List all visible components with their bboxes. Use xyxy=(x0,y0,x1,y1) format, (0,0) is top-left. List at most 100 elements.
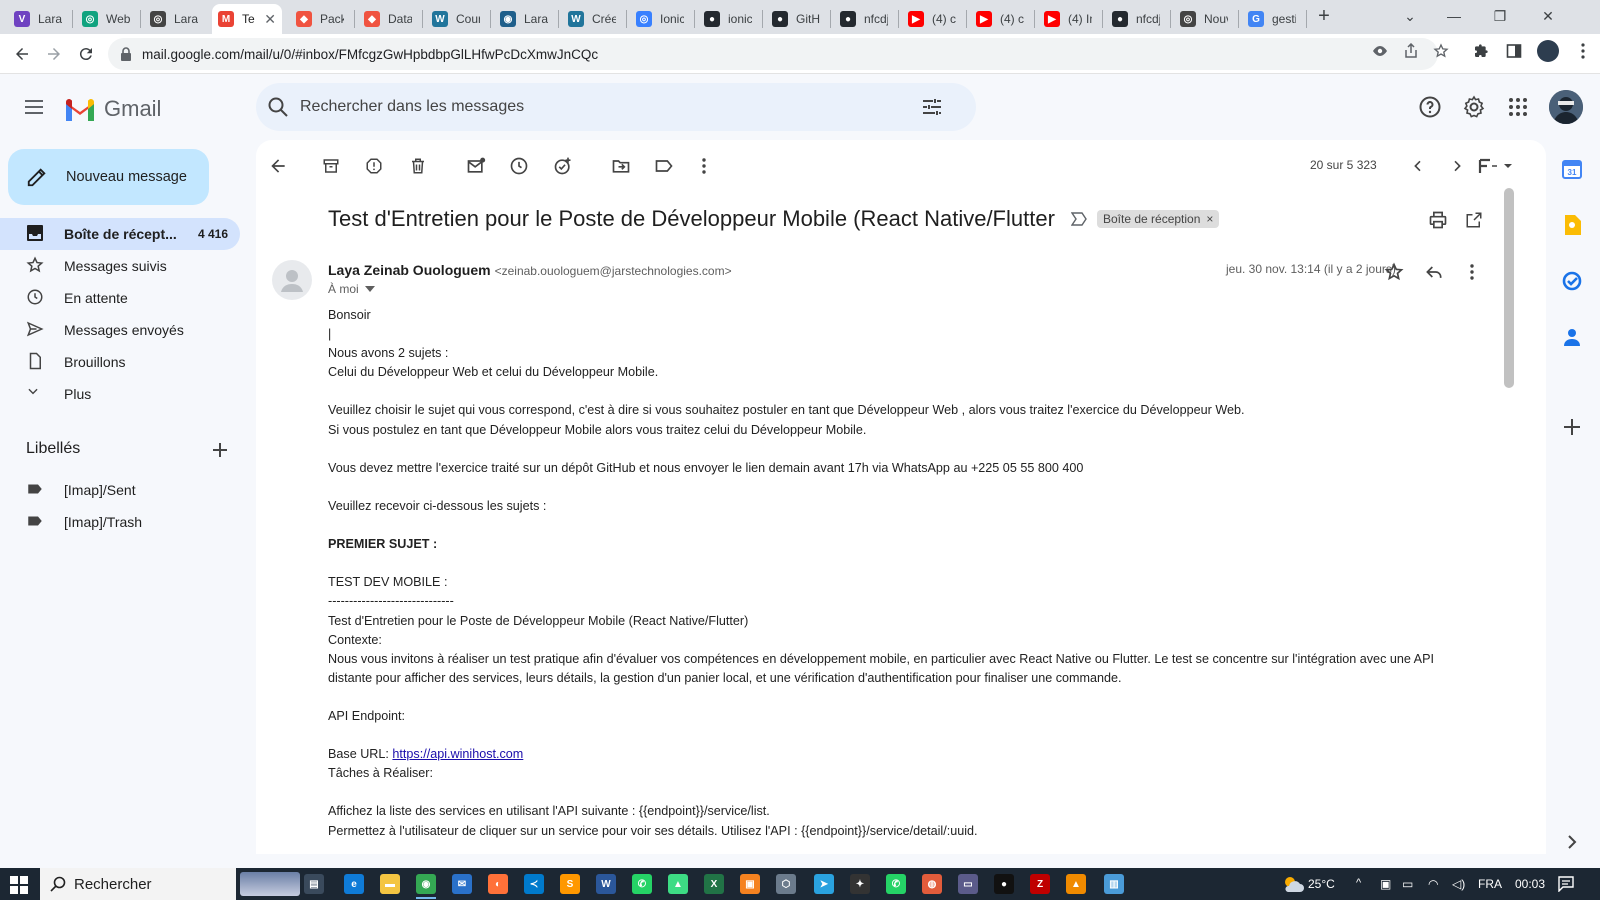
notifications-icon[interactable] xyxy=(1558,876,1574,892)
edge-icon[interactable]: e xyxy=(344,874,364,894)
reply-icon[interactable] xyxy=(1422,260,1446,284)
apps-grid-icon[interactable] xyxy=(1506,95,1530,119)
vlc-icon[interactable]: ▲ xyxy=(1066,874,1086,894)
nav-item[interactable]: Boîte de récept... 4 416 xyxy=(0,218,240,250)
recipients-dropdown[interactable]: À moi xyxy=(328,282,375,296)
search-bar[interactable] xyxy=(256,83,976,131)
word-icon[interactable]: W xyxy=(596,874,616,894)
app2-icon[interactable]: ◍ xyxy=(922,874,942,894)
sender-name[interactable]: Laya Zeinab Ouologuem <zeinab.ouologuem@j… xyxy=(328,262,732,278)
remove-label-icon[interactable]: × xyxy=(1206,212,1213,226)
windows-start-icon[interactable] xyxy=(10,876,28,894)
contacts-icon[interactable] xyxy=(1561,326,1583,348)
bookmark-star-icon[interactable] xyxy=(1432,42,1450,60)
chrome-icon[interactable]: ◉ xyxy=(416,874,436,894)
notepad-icon[interactable]: ▥ xyxy=(1104,874,1124,894)
browser-tab[interactable]: ▶ (4) co xyxy=(902,4,962,34)
show-hidden-icons-icon[interactable]: ^ xyxy=(1356,877,1361,889)
browser-tab[interactable]: ◎ Ionic xyxy=(630,4,690,34)
sublime-icon[interactable]: S xyxy=(560,874,580,894)
delete-icon[interactable] xyxy=(406,154,430,178)
box-icon[interactable]: ⬡ xyxy=(776,874,796,894)
app3-icon[interactable]: ▭ xyxy=(958,874,978,894)
search-icon[interactable] xyxy=(266,95,290,119)
calendar-icon[interactable]: 31 xyxy=(1561,158,1583,180)
add-label-icon[interactable] xyxy=(210,440,230,460)
taskview-icon[interactable]: ▤ xyxy=(304,874,324,894)
taskbar-search-box[interactable]: Rechercher xyxy=(40,868,300,900)
browser-tab[interactable]: ● ionic- xyxy=(698,4,758,34)
address-bar[interactable]: mail.google.com/mail/u/0/#inbox/FMfcgzGw… xyxy=(108,38,1438,70)
scrollbar-thumb[interactable] xyxy=(1504,188,1514,388)
filezilla-icon[interactable]: Z xyxy=(1030,874,1050,894)
print-icon[interactable] xyxy=(1426,208,1450,232)
tab-search-icon[interactable]: ⌄ xyxy=(1400,6,1420,26)
powerpoint-icon[interactable]: ▣ xyxy=(740,874,760,894)
browser-tab[interactable]: M Te ✕ xyxy=(212,4,282,34)
report-spam-icon[interactable] xyxy=(362,154,386,178)
search-options-icon[interactable] xyxy=(920,95,944,119)
profile-avatar[interactable] xyxy=(1537,40,1559,62)
sender-avatar[interactable] xyxy=(272,260,312,300)
share-icon[interactable] xyxy=(1402,42,1420,60)
message-more-icon[interactable] xyxy=(1460,260,1484,284)
nav-item[interactable]: Messages suivis xyxy=(0,250,240,282)
excel-icon[interactable]: X xyxy=(704,874,724,894)
newer-chevron-left-icon[interactable] xyxy=(1406,154,1430,178)
meet-camera-icon[interactable]: ▣ xyxy=(1380,877,1391,891)
browser-tab[interactable]: ◆ Packa xyxy=(290,4,350,34)
browser-tab[interactable]: V Larav xyxy=(8,4,68,34)
help-icon[interactable] xyxy=(1418,95,1442,119)
battery-icon[interactable]: ▭ xyxy=(1402,877,1413,891)
wifi-icon[interactable]: ◠ xyxy=(1428,877,1438,891)
browser-tab[interactable]: ◎ Web I xyxy=(76,4,136,34)
archive-icon[interactable] xyxy=(319,154,343,178)
browser-tab[interactable]: W Cours xyxy=(426,4,486,34)
whatsapp-icon[interactable]: ✆ xyxy=(632,874,652,894)
older-chevron-right-icon[interactable] xyxy=(1445,154,1469,178)
firefox-icon[interactable]: ◐ xyxy=(488,874,508,894)
app-icon[interactable]: ✦ xyxy=(850,874,870,894)
browser-tab[interactable]: Ggestic xyxy=(1242,4,1302,34)
importance-marker-icon[interactable] xyxy=(1071,212,1087,226)
close-window-icon[interactable]: ✕ xyxy=(1538,6,1558,26)
temperature-text[interactable]: 25°C xyxy=(1308,877,1335,891)
back-icon[interactable] xyxy=(10,42,34,66)
browser-tab[interactable]: ● nfcdj xyxy=(834,4,894,34)
add-task-icon[interactable] xyxy=(551,154,575,178)
snooze-clock-icon[interactable] xyxy=(507,154,531,178)
side-panel-icon[interactable] xyxy=(1505,42,1523,60)
more-actions-icon[interactable] xyxy=(692,154,716,178)
browser-tab[interactable]: ● GitHu xyxy=(766,4,826,34)
star-message-icon[interactable] xyxy=(1382,260,1406,284)
tasks-icon[interactable] xyxy=(1561,270,1583,292)
clock-time[interactable]: 00:03 xyxy=(1515,877,1545,891)
browser-tab[interactable]: ▶ (4) co xyxy=(970,4,1030,34)
language-indicator[interactable]: FRA xyxy=(1478,877,1502,891)
new-tab-button[interactable]: + xyxy=(1314,5,1334,27)
vscode-icon[interactable]: ≺ xyxy=(524,874,544,894)
file-explorer-icon[interactable]: ▬ xyxy=(380,874,400,894)
search-input[interactable] xyxy=(300,83,900,131)
tracking-icon[interactable] xyxy=(1371,42,1389,60)
nav-item[interactable]: En attente xyxy=(0,282,240,314)
browser-tab[interactable]: ◎ Nouv xyxy=(1174,4,1234,34)
browser-tab[interactable]: W Créer xyxy=(562,4,622,34)
keep-notes-icon[interactable] xyxy=(1561,214,1583,236)
whatsapp-desktop-icon[interactable]: ✆ xyxy=(886,874,906,894)
close-tab-icon[interactable]: ✕ xyxy=(258,11,276,28)
gmail-logo[interactable]: Gmail xyxy=(64,96,161,122)
hide-side-panel-chevron-icon[interactable] xyxy=(1561,831,1583,853)
app4-icon[interactable]: ● xyxy=(994,874,1014,894)
browser-tab[interactable]: ◆ Datab xyxy=(358,4,418,34)
base-url-link[interactable]: https://api.winihost.com xyxy=(392,747,523,761)
open-new-window-icon[interactable] xyxy=(1462,208,1486,232)
restore-icon[interactable]: ❐ xyxy=(1490,6,1510,26)
volume-icon[interactable]: ◁) xyxy=(1452,877,1465,891)
input-tools-icon[interactable] xyxy=(1474,154,1518,178)
reload-icon[interactable] xyxy=(74,42,98,66)
extensions-icon[interactable] xyxy=(1472,42,1490,60)
forward-icon[interactable] xyxy=(42,42,66,66)
nav-item[interactable]: Brouillons xyxy=(0,346,240,378)
chrome-menu-icon[interactable] xyxy=(1574,42,1592,60)
